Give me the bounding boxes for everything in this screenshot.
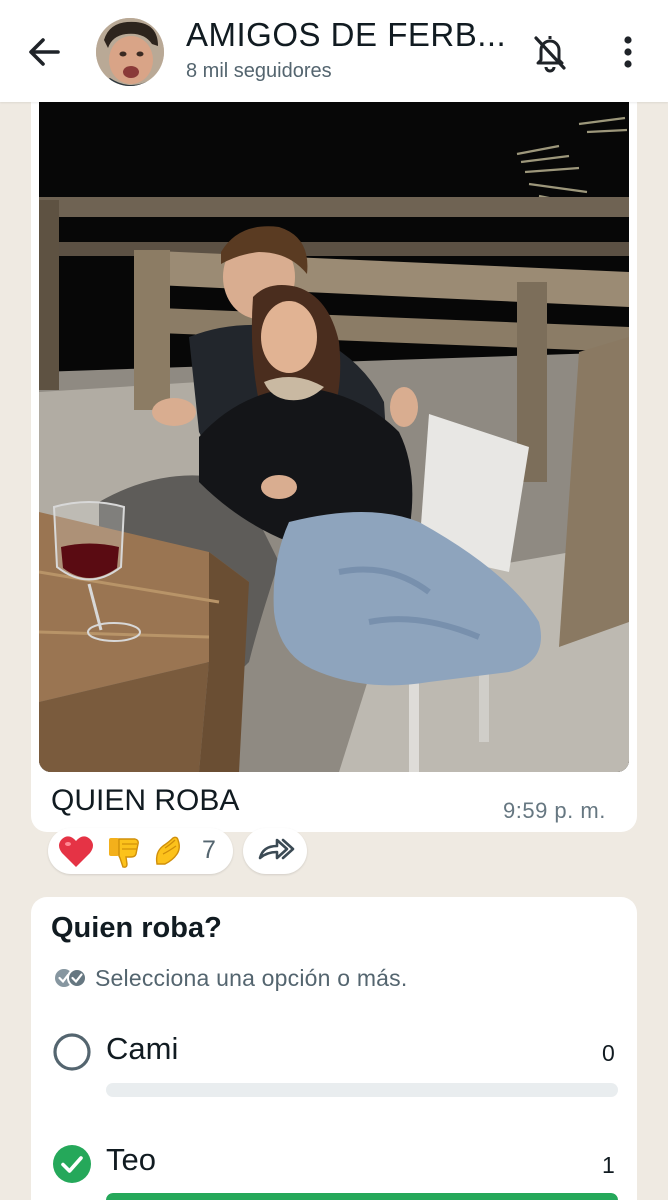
poll-option-label[interactable]: Teo bbox=[106, 1142, 156, 1178]
forward-button[interactable] bbox=[243, 828, 307, 874]
channel-title[interactable]: AMIGOS DE FERB... bbox=[186, 16, 516, 54]
poll-option-count: 0 bbox=[602, 1040, 615, 1066]
chat-header: AMIGOS DE FERB... 8 mil seguidores bbox=[0, 0, 668, 102]
poll-question: Quien roba? bbox=[51, 912, 222, 944]
poll-option-radio-cami[interactable] bbox=[52, 1032, 92, 1072]
mute-button[interactable] bbox=[528, 30, 572, 74]
poll-option-bar bbox=[106, 1083, 618, 1097]
message-photo[interactable] bbox=[39, 102, 629, 772]
follower-count: 8 mil seguidores bbox=[186, 60, 332, 82]
reactions-pill[interactable]: 7 bbox=[48, 828, 233, 874]
message-caption: QUIEN ROBA bbox=[51, 784, 240, 817]
message-time: 9:59 p. m. bbox=[503, 798, 606, 823]
double-check-icon bbox=[53, 965, 89, 991]
poll-option-radio-teo[interactable] bbox=[52, 1144, 92, 1184]
poll-option-bar bbox=[106, 1193, 618, 1200]
pinched-fingers-icon bbox=[151, 834, 189, 870]
thumbs-down-icon bbox=[105, 834, 143, 870]
poll-option-label[interactable]: Cami bbox=[106, 1031, 178, 1067]
poll-option-bar-fill bbox=[106, 1193, 618, 1200]
heart-icon bbox=[57, 834, 95, 870]
radio-unchecked-icon bbox=[53, 1033, 91, 1071]
more-options-button[interactable] bbox=[610, 30, 646, 74]
poll-hint: Selecciona una opción o más. bbox=[95, 965, 408, 991]
more-vertical-icon bbox=[624, 36, 632, 68]
check-circle-icon bbox=[53, 1145, 91, 1183]
poll-option-count: 1 bbox=[602, 1152, 615, 1178]
arrow-left-icon bbox=[29, 38, 60, 66]
channel-avatar[interactable] bbox=[96, 18, 164, 86]
bell-off-icon bbox=[534, 36, 566, 73]
reaction-count: 7 bbox=[202, 836, 216, 864]
back-button[interactable] bbox=[22, 30, 66, 74]
forward-icon bbox=[258, 838, 295, 860]
